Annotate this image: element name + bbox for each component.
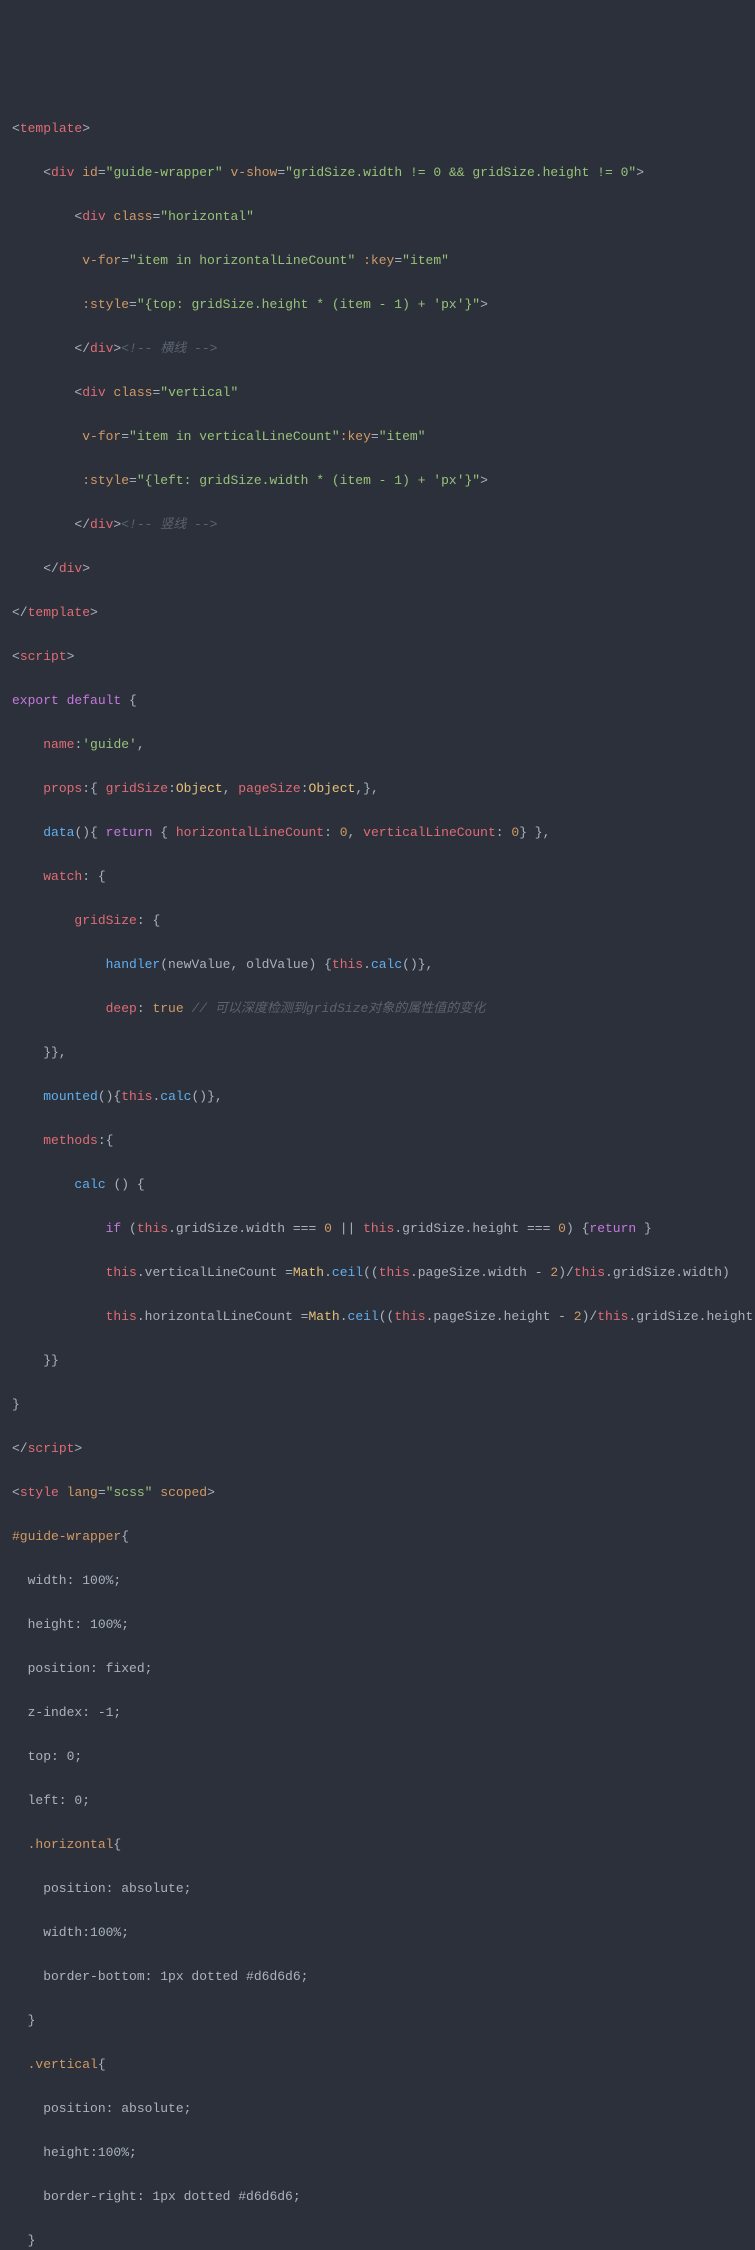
- code-line: height: 100%;: [12, 1614, 743, 1636]
- code-line: v-for="item in verticalLineCount":key="i…: [12, 426, 743, 448]
- code-line: methods:{: [12, 1130, 743, 1152]
- code-line: <style lang="scss" scoped>: [12, 1482, 743, 1504]
- code-line: props:{ gridSize:Object, pageSize:Object…: [12, 778, 743, 800]
- code-line: </div><!-- 竖线 -->: [12, 514, 743, 536]
- code-block: <template> <div id="guide-wrapper" v-sho…: [12, 96, 743, 2250]
- code-line: data(){ return { horizontalLineCount: 0,…: [12, 822, 743, 844]
- code-line: position: absolute;: [12, 2098, 743, 2120]
- code-line: this.horizontalLineCount =Math.ceil((thi…: [12, 1306, 743, 1328]
- code-line: width: 100%;: [12, 1570, 743, 1592]
- code-line: </div>: [12, 558, 743, 580]
- code-line: }: [12, 2230, 743, 2250]
- code-line: calc () {: [12, 1174, 743, 1196]
- code-line: .horizontal{: [12, 1834, 743, 1856]
- code-line: border-right: 1px dotted #d6d6d6;: [12, 2186, 743, 2208]
- code-line: deep: true // 可以深度检测到gridSize对象的属性值的变化: [12, 998, 743, 1020]
- code-line: gridSize: {: [12, 910, 743, 932]
- code-line: <div class="vertical": [12, 382, 743, 404]
- code-line: v-for="item in horizontalLineCount" :key…: [12, 250, 743, 272]
- code-line: watch: {: [12, 866, 743, 888]
- code-line: <div id="guide-wrapper" v-show="gridSize…: [12, 162, 743, 184]
- code-line: mounted(){this.calc()},: [12, 1086, 743, 1108]
- code-line: <script>: [12, 646, 743, 668]
- code-line: position: fixed;: [12, 1658, 743, 1680]
- code-line: <div class="horizontal": [12, 206, 743, 228]
- code-line: height:100%;: [12, 2142, 743, 2164]
- code-line: border-bottom: 1px dotted #d6d6d6;: [12, 1966, 743, 1988]
- code-line: </template>: [12, 602, 743, 624]
- code-line: #guide-wrapper{: [12, 1526, 743, 1548]
- code-line: </script>: [12, 1438, 743, 1460]
- code-line: export default {: [12, 690, 743, 712]
- code-line: left: 0;: [12, 1790, 743, 1812]
- code-line: handler(newValue, oldValue) {this.calc()…: [12, 954, 743, 976]
- code-line: .vertical{: [12, 2054, 743, 2076]
- code-line: if (this.gridSize.width === 0 || this.gr…: [12, 1218, 743, 1240]
- code-line: top: 0;: [12, 1746, 743, 1768]
- code-line: width:100%;: [12, 1922, 743, 1944]
- code-line: </div><!-- 横线 -->: [12, 338, 743, 360]
- code-line: }: [12, 1394, 743, 1416]
- code-line: position: absolute;: [12, 1878, 743, 1900]
- code-line: }: [12, 2010, 743, 2032]
- code-line: z-index: -1;: [12, 1702, 743, 1724]
- code-line: <template>: [12, 118, 743, 140]
- code-line: :style="{left: gridSize.width * (item - …: [12, 470, 743, 492]
- code-line: name:'guide',: [12, 734, 743, 756]
- code-line: :style="{top: gridSize.height * (item - …: [12, 294, 743, 316]
- code-line: }}: [12, 1350, 743, 1372]
- code-line: }},: [12, 1042, 743, 1064]
- code-line: this.verticalLineCount =Math.ceil((this.…: [12, 1262, 743, 1284]
